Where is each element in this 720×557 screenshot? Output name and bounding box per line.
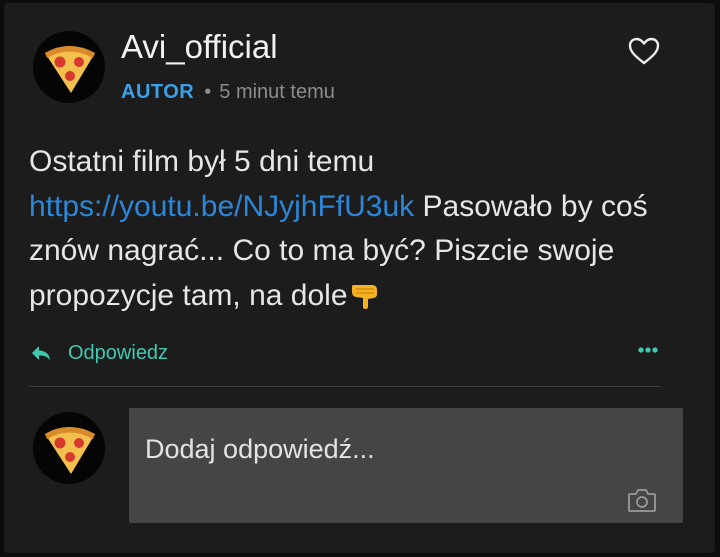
post-time: 5 minut temu [219, 81, 335, 103]
heart-icon[interactable] [627, 35, 661, 67]
post-body: Ostatni film był 5 dni temu https://youtu… [29, 140, 679, 318]
reply-button[interactable]: Odpowiedz [30, 338, 168, 368]
current-user-avatar [33, 412, 105, 484]
post-meta: AUTOR • 5 minut temu [121, 81, 335, 104]
pizza-icon [45, 427, 95, 474]
reply-arrow-icon [32, 346, 50, 360]
more-dots-icon[interactable] [636, 344, 660, 356]
reply-label: Odpowiedz [68, 341, 169, 364]
author-avatar[interactable] [33, 31, 105, 103]
author-name[interactable]: Avi_official [121, 28, 278, 66]
pointing-down-hand-emoji [351, 284, 377, 309]
reply-placeholder: Dodaj odpowiedź... [145, 434, 375, 464]
camera-icon[interactable] [627, 487, 657, 513]
divider [29, 386, 661, 387]
author-badge: AUTOR [121, 81, 195, 103]
reply-input[interactable]: Dodaj odpowiedź... [129, 408, 683, 523]
post-link[interactable]: https://youtu.be/NJyjhFfU3uk [29, 190, 414, 223]
post-text-intro: Ostatni film był 5 dni temu [29, 145, 375, 178]
meta-separator: • [204, 81, 212, 103]
pizza-icon [45, 46, 95, 93]
